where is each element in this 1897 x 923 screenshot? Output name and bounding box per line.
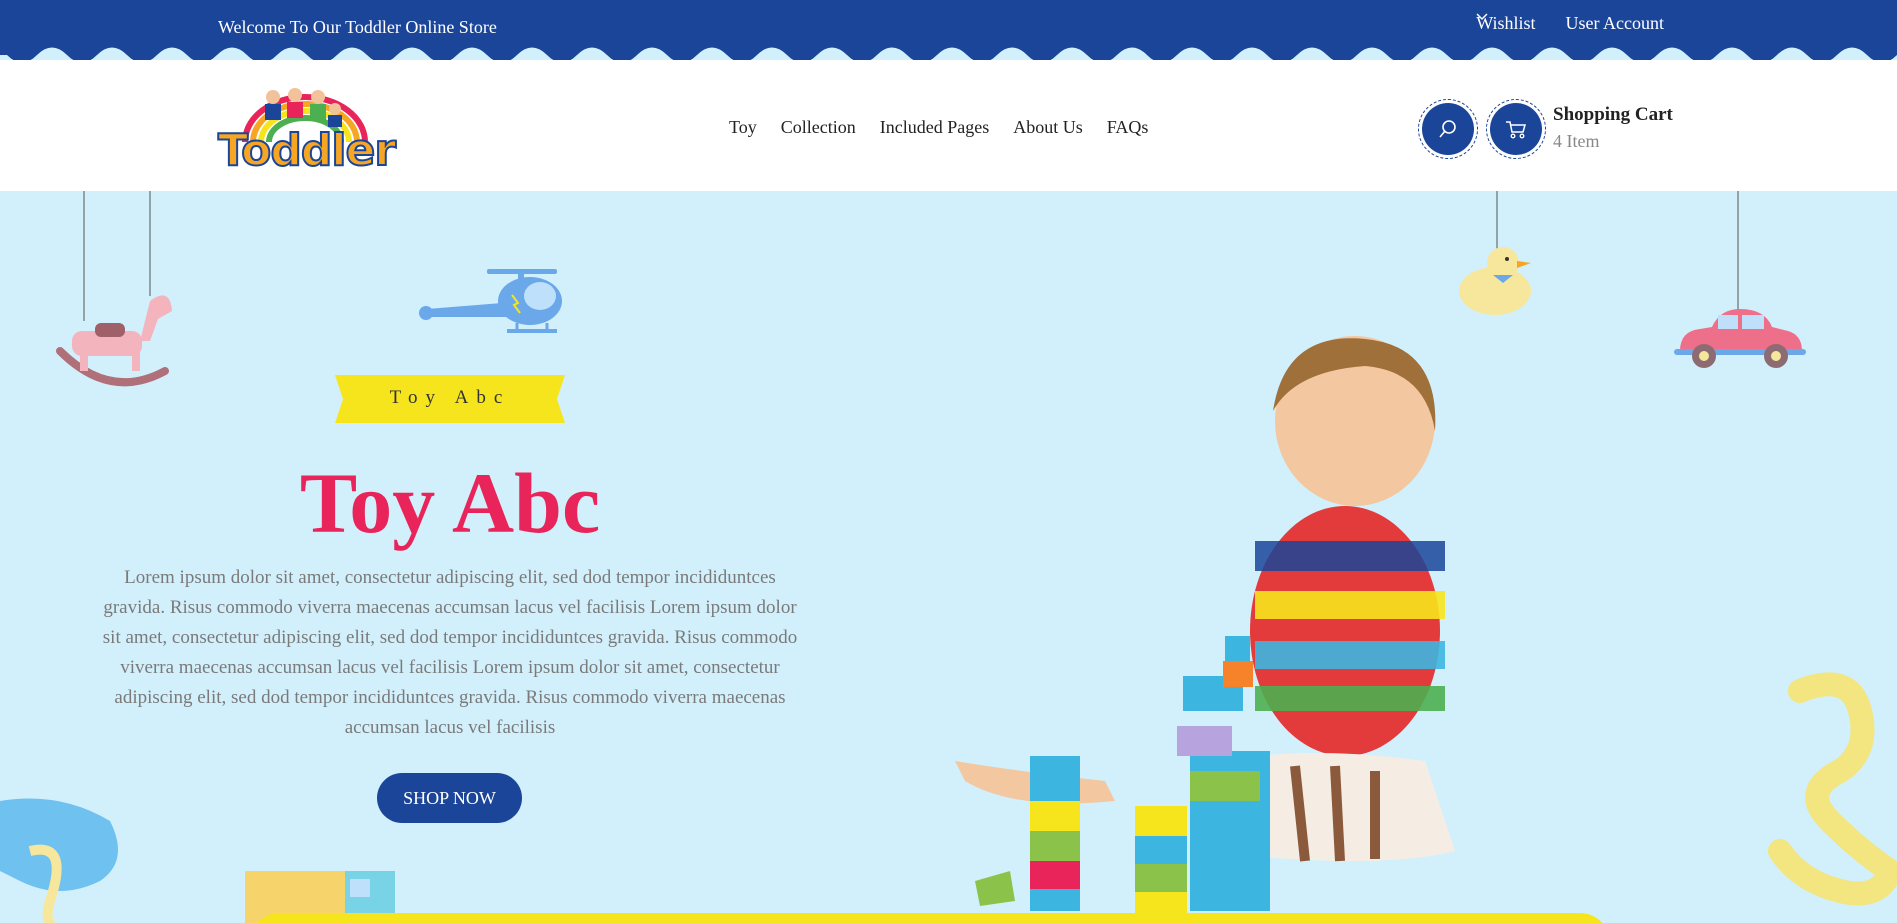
ribbon-label: Toy Abc — [389, 387, 511, 408]
logo[interactable]: Toddler — [215, 87, 397, 177]
logo-text: Toddler — [217, 124, 397, 177]
toy-car-decoration — [1674, 191, 1806, 368]
hero-description: Lorem ipsum dolor sit amet, consectetur … — [102, 567, 798, 738]
search-icon — [1439, 120, 1456, 138]
bottom-yellow-band — [250, 913, 1610, 923]
header: Toddler Toy Collection Included Pages Ab… — [0, 60, 1897, 191]
cart-item-count: 4 Item — [1553, 131, 1600, 151]
shopping-cart-title[interactable]: Shopping Cart — [1553, 104, 1673, 126]
hero-section: Toy Abc Toy Abc Lorem ipsum dolor sit am… — [0, 191, 1897, 923]
nav-item-about-us[interactable]: About Us — [1013, 117, 1083, 138]
nav-item-collection[interactable]: Collection — [781, 117, 856, 138]
nav-item-toy[interactable]: Toy — [729, 117, 757, 138]
child-playing-blocks-image — [955, 336, 1455, 916]
chevron-down-icon — [1476, 13, 1488, 21]
hero-title: Toy Abc — [299, 455, 601, 551]
cart-button[interactable] — [1486, 99, 1546, 159]
top-links: Wishlist User Account — [1476, 13, 1664, 34]
helicopter-decoration — [419, 269, 562, 333]
clay-squiggle-decoration — [1768, 672, 1897, 906]
cart-button-inner — [1490, 103, 1542, 155]
toy-truck-and-clay-decoration — [0, 798, 395, 923]
user-account-dropdown[interactable]: User Account — [1476, 13, 1664, 34]
user-account-label: User Account — [1565, 13, 1664, 33]
rubber-duck-decoration — [1459, 191, 1531, 315]
nav-item-faqs[interactable]: FAQs — [1107, 117, 1149, 138]
welcome-message: Welcome To Our Toddler Online Store — [218, 17, 497, 37]
cart-icon — [1506, 121, 1526, 139]
nav-item-included-pages[interactable]: Included Pages — [880, 117, 989, 138]
main-nav: Toy Collection Included Pages About Us F… — [729, 117, 1148, 138]
search-button[interactable] — [1418, 99, 1478, 159]
rocking-horse-decoration — [56, 191, 172, 387]
search-button-inner — [1422, 103, 1474, 155]
